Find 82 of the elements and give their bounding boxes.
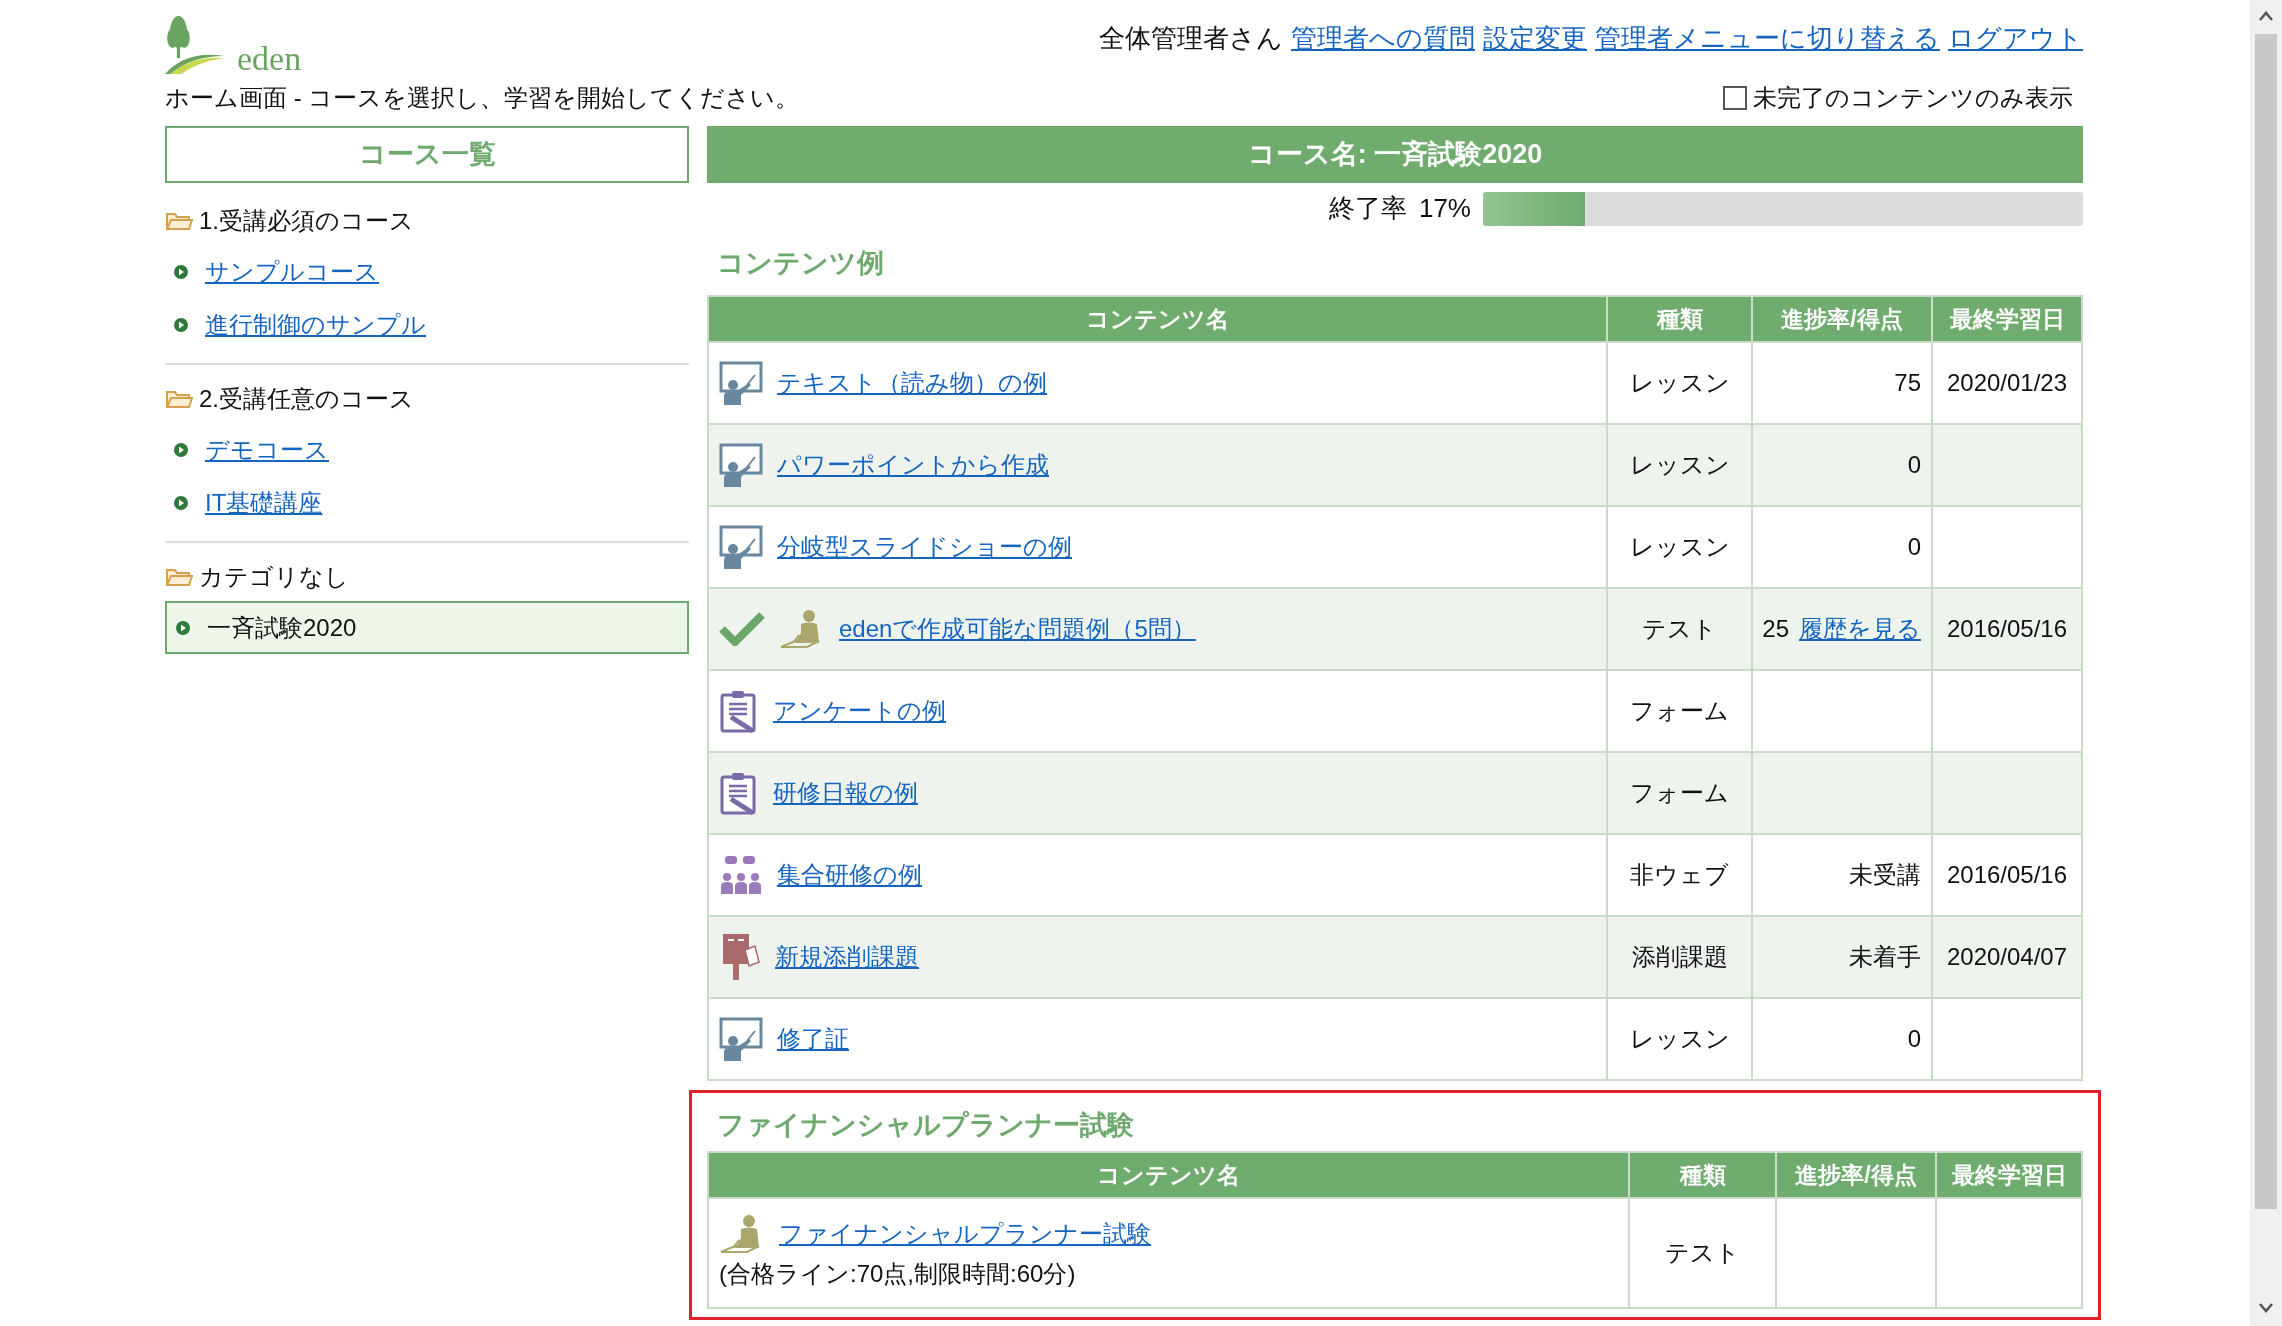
content-link[interactable]: テキスト（読み物）の例	[777, 365, 1047, 401]
content-type: テスト	[1665, 1239, 1740, 1266]
content-type: フォーム	[1630, 779, 1729, 806]
last-study-date: 2020/04/07	[1946, 943, 2068, 970]
content-link[interactable]: パワーポイントから作成	[777, 447, 1049, 483]
folder-icon	[165, 388, 193, 410]
course-item[interactable]: 進行制御のサンプル	[165, 298, 689, 351]
filter-checkbox[interactable]	[1723, 86, 1747, 110]
content-link[interactable]: 新規添削課題	[775, 939, 919, 975]
logo-text: eden	[237, 42, 302, 76]
category-label: 1.受講必須のコース	[199, 206, 414, 236]
course-item[interactable]: サンプルコース	[165, 245, 689, 298]
content-type: フォーム	[1630, 697, 1729, 724]
last-study-date: 2020/01/23	[1946, 369, 2068, 396]
user-label: 全体管理者さん	[1099, 22, 1283, 54]
course-link[interactable]: デモコース	[205, 431, 329, 468]
header-link[interactable]: ログアウト	[1948, 22, 2083, 54]
progress-score: 未受講	[1849, 861, 1921, 888]
course-link[interactable]: 進行制御のサンプル	[205, 306, 426, 343]
content-link[interactable]: 集合研修の例	[777, 857, 922, 893]
folder-icon	[165, 566, 193, 588]
content-type: レッスン	[1629, 369, 1730, 396]
course-link[interactable]: サンプルコース	[205, 253, 379, 290]
progress-score: 75	[1894, 369, 1921, 396]
category-label: 2.受講任意のコース	[199, 384, 414, 414]
content-link[interactable]: アンケートの例	[773, 693, 946, 729]
course-item[interactable]: IT基礎講座	[165, 476, 689, 529]
course-item[interactable]: 一斉試験2020	[165, 601, 689, 654]
clipboard-icon	[719, 689, 759, 733]
teacher-board-icon	[719, 525, 763, 569]
clipboard-icon	[719, 771, 759, 815]
header-link[interactable]: 設定変更	[1483, 22, 1587, 54]
last-study-date: 2016/05/16	[1946, 615, 2068, 642]
progress-score: 0	[1907, 533, 1921, 560]
history-link[interactable]: 履歴を見る	[1799, 615, 1921, 642]
bullet-icon	[173, 494, 189, 511]
bullet-icon	[173, 441, 189, 458]
course-item[interactable]: デモコース	[165, 423, 689, 476]
content-link[interactable]: 分岐型スライドショーの例	[777, 529, 1072, 565]
last-study-date: 2016/05/16	[1946, 861, 2068, 888]
teacher-board-icon	[719, 1017, 763, 1061]
header-link[interactable]: 管理者への質問	[1291, 22, 1475, 54]
column-header: コンテンツ名	[708, 1152, 1629, 1198]
bullet-icon	[173, 316, 189, 333]
page-subtitle: ホーム画面 - コースを選択し、学習を開始してください。	[165, 83, 800, 113]
completion-label: 終了率	[1328, 192, 1407, 225]
column-header: コンテンツ名	[708, 296, 1607, 342]
bullet-icon	[173, 263, 189, 280]
content-link[interactable]: 研修日報の例	[773, 775, 918, 811]
group-meeting-icon	[719, 855, 763, 895]
completion-value: 17%	[1418, 192, 1471, 225]
category-label: カテゴリなし	[199, 562, 349, 592]
progress-score: 25	[1762, 615, 1789, 642]
progress-score: 未着手	[1849, 943, 1921, 970]
scroll-up-icon[interactable]	[2258, 10, 2274, 22]
teacher-board-icon	[719, 443, 763, 487]
section-title: ファイナンシャルプランナー試験	[716, 1109, 1135, 1142]
scroll-down-icon[interactable]	[2258, 1302, 2274, 1314]
folder-icon	[165, 210, 193, 232]
scrollbar-thumb[interactable]	[2255, 34, 2277, 1209]
content-link[interactable]: edenで作成可能な問題例（5問）	[839, 611, 1196, 647]
course-list-heading: コース一覧	[165, 126, 689, 183]
content-link[interactable]: ファイナンシャルプランナー試験	[779, 1216, 1151, 1252]
course-link[interactable]: IT基礎講座	[205, 484, 323, 521]
content-type: レッスン	[1629, 533, 1730, 560]
header-link[interactable]: 管理者メニューに切り替える	[1595, 22, 1940, 54]
progress-score: 0	[1907, 451, 1921, 478]
section-title: コンテンツ例	[716, 247, 885, 280]
progress-score: 0	[1907, 1025, 1921, 1052]
content-type: レッスン	[1629, 1025, 1730, 1052]
content-note: (合格ライン:70点,制限時間:60分)	[719, 1259, 1077, 1289]
content-type: 非ウェブ	[1630, 861, 1729, 888]
course-link[interactable]: 一斉試験2020	[207, 609, 357, 646]
content-type: レッスン	[1629, 451, 1730, 478]
bullet-icon	[175, 619, 191, 636]
scrollbar[interactable]	[2250, 0, 2282, 1326]
content-type: 添削課題	[1631, 943, 1728, 970]
content-type: テスト	[1642, 615, 1717, 642]
content-link[interactable]: 修了証	[777, 1021, 849, 1057]
teacher-board-icon	[719, 361, 763, 405]
filter-label: 未完了のコンテンツのみ表示	[1753, 83, 2073, 113]
course-banner: コース名: 一斉試験2020	[707, 126, 2083, 183]
